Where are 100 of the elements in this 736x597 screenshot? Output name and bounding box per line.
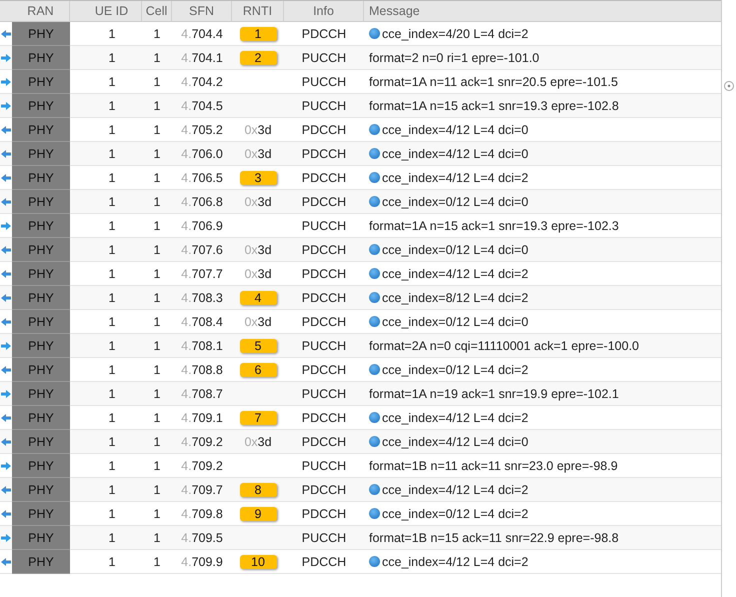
table-cell: 4.704.1 [181,50,223,64]
table-cell: 1 [108,314,116,328]
table-cell: cce_index=8/12 L=4 dci=2 [382,290,528,304]
table-cell: 1 [154,74,160,88]
info-icon[interactable] [369,196,380,207]
table-cell: PUCCH [302,218,346,232]
table-cell: 1 [108,554,116,568]
info-icon[interactable] [369,244,380,255]
rnti-badge[interactable]: 7 [240,410,276,424]
table-cell: 1 [154,98,160,112]
table-cell: 1 [154,530,160,544]
info-icon[interactable] [369,148,380,159]
table-cell: 1 [154,362,160,376]
rnti-badge[interactable]: 10 [240,554,276,568]
table-cell: 1 [108,482,116,496]
info-icon[interactable] [369,484,380,495]
info-icon[interactable] [369,508,380,519]
table-cell: 1 [154,218,160,232]
table-cell: 4.709.9 [181,554,223,568]
info-icon[interactable] [369,172,380,183]
table-cell: PDCCH [302,170,346,184]
table-cell: cce_index=4/12 L=4 dci=2 [382,554,528,568]
table-cell: 0x3d [244,266,272,280]
table-cell: PDCCH [302,410,346,424]
table-cell: 0x3d [244,242,272,256]
info-icon[interactable] [369,436,380,447]
table-cell: 1 [108,410,116,424]
table-cell: format=1B n=11 ack=11 snr=23.0 epre=-98.9 [369,458,618,472]
table-cell: 1 [154,122,160,136]
table-cell: 1 [108,74,116,88]
table-cell: cce_index=0/12 L=4 dci=0 [382,194,528,208]
table-cell: PHY [12,118,70,142]
table-cell: 4.706.0 [181,146,223,160]
info-icon[interactable] [369,28,380,39]
table-cell: 4.708.4 [181,314,223,328]
table-cell: PHY [12,166,70,190]
info-icon[interactable] [369,292,380,303]
table-cell: cce_index=4/20 L=4 dci=2 [382,26,528,40]
rnti-badge[interactable]: 1 [240,26,276,40]
table-cell: PHY [12,550,70,574]
info-icon[interactable] [369,412,380,423]
table-cell: 1 [108,290,116,304]
table-cell: 4.708.1 [181,338,223,352]
info-icon[interactable] [369,268,380,279]
table-cell: 1 [154,50,160,64]
table-cell: 4.706.8 [181,194,223,208]
rnti-badge[interactable]: 5 [240,338,276,352]
table-cell: 1 [154,506,160,520]
table-cell: cce_index=4/12 L=4 dci=2 [382,482,528,496]
column-header[interactable]: SFN [172,1,232,21]
table-cell: 0x3d [244,194,272,208]
table-cell: cce_index=0/12 L=4 dci=0 [382,242,528,256]
table-cell: 1 [108,434,116,448]
info-icon[interactable] [369,316,380,327]
table-cell: PHY [12,94,70,118]
table-cell: 4.708.8 [181,362,223,376]
table-cell: 4.709.5 [181,530,223,544]
column-header[interactable]: UE ID [82,1,142,21]
column-header[interactable]: Cell [142,1,172,21]
rnti-badge[interactable]: 2 [240,50,276,64]
table-cell: PDCCH [302,122,346,136]
table-cell: PHY [12,454,70,478]
column-header[interactable]: RAN [12,1,70,21]
rnti-badge[interactable]: 8 [240,482,276,496]
table-cell: 4.704.2 [181,74,223,88]
table-cell: 1 [154,266,160,280]
column-header[interactable]: Info [284,1,364,21]
info-icon[interactable] [369,556,380,567]
table-cell: 1 [154,170,160,184]
table-cell: 1 [108,506,116,520]
table-cell: cce_index=4/12 L=4 dci=0 [382,434,528,448]
table-cell: PHY [12,382,70,406]
column-header[interactable]: Message [364,1,721,21]
table-cell: 1 [154,386,160,400]
info-icon[interactable] [369,364,380,375]
column-header[interactable]: RNTI [232,1,284,21]
info-icon[interactable] [369,124,380,135]
rnti-badge[interactable]: 4 [240,290,276,304]
table-cell: 0x3d [244,122,272,136]
table-cell: 1 [108,26,116,40]
table-cell: PUCCH [302,530,346,544]
rnti-badge[interactable]: 6 [240,362,276,376]
table-cell: 4.705.2 [181,122,223,136]
table-cell: 1 [154,242,160,256]
table-cell: cce_index=0/12 L=4 dci=0 [382,314,528,328]
scroll-handle[interactable] [724,81,734,91]
table-cell: 4.707.7 [181,266,223,280]
table-cell: cce_index=4/12 L=4 dci=2 [382,266,528,280]
scrollbar[interactable] [721,0,736,597]
table-cell: 1 [154,314,160,328]
table-cell: PHY [12,22,70,46]
table-cell: 1 [108,242,116,256]
rnti-badge[interactable]: 9 [240,506,276,520]
table-cell: PDCCH [302,434,346,448]
table-cell: cce_index=4/12 L=4 dci=0 [382,146,528,160]
table-cell: 1 [108,338,116,352]
rnti-badge[interactable]: 3 [240,170,276,184]
table-cell: 1 [154,458,160,472]
table-cell: 4.709.2 [181,458,223,472]
table-cell: 1 [154,26,160,40]
